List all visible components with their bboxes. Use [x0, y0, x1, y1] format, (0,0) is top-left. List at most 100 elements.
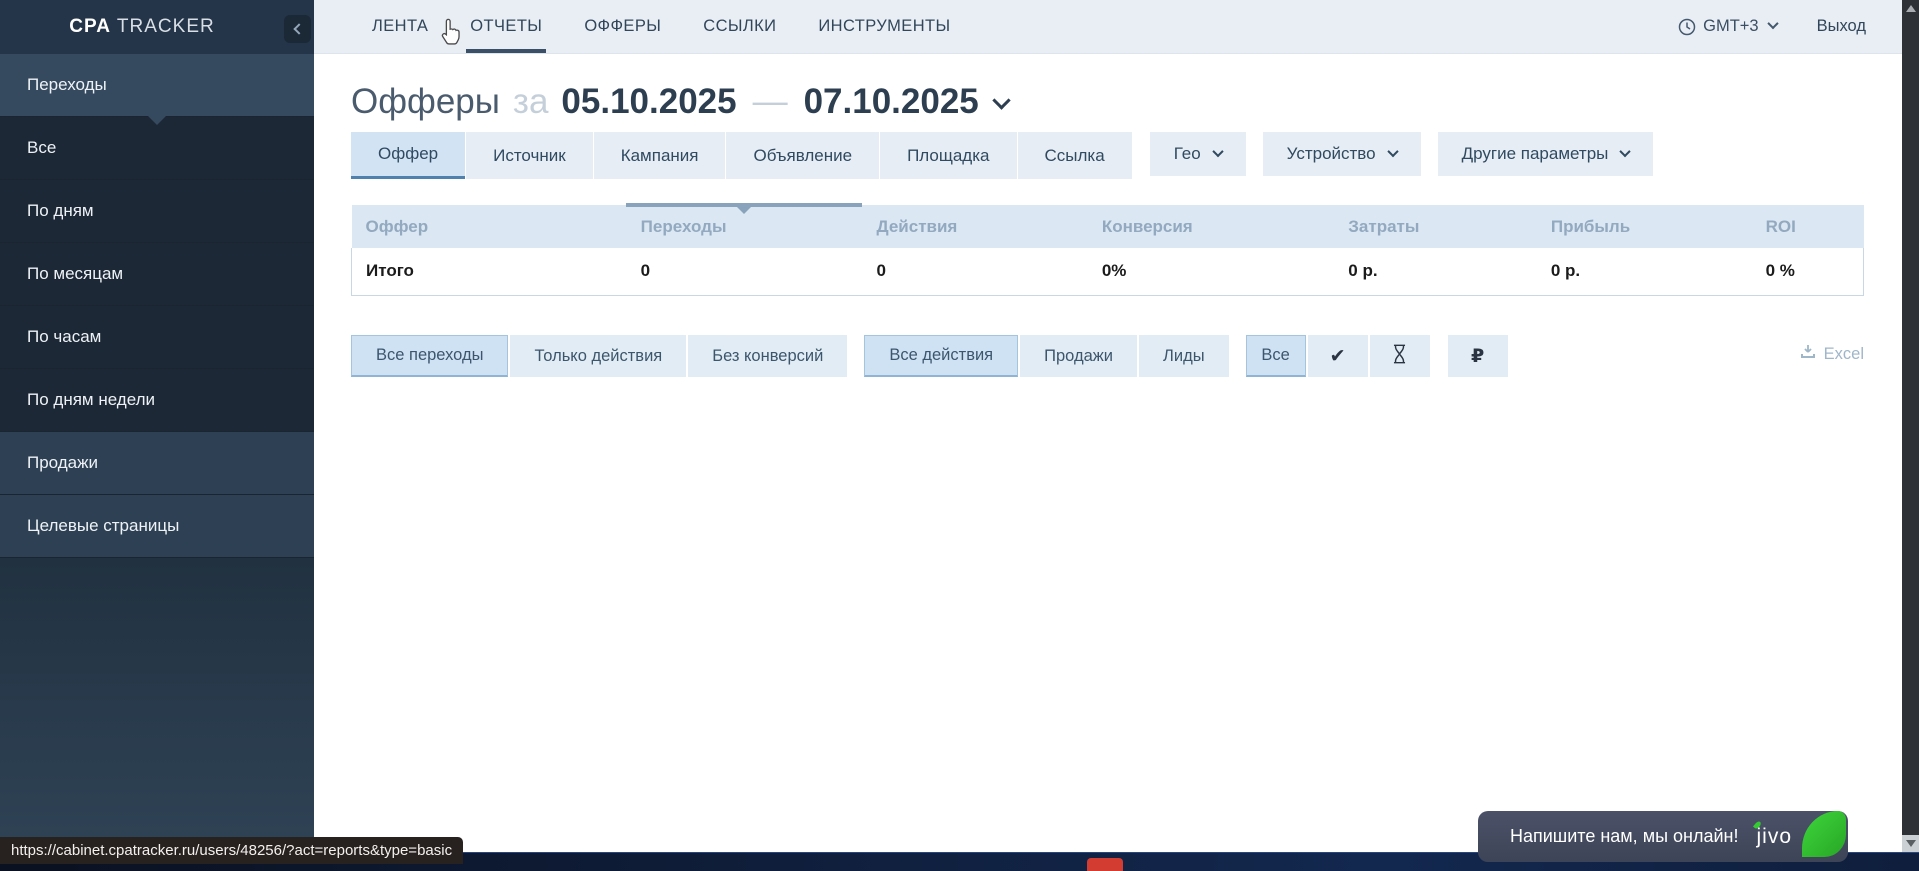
filter-group-status: Все ✔ [1246, 335, 1432, 377]
chevron-down-icon [1620, 145, 1631, 156]
report-table-wrap: Оффер Переходы Действия Конверсия Затрат… [351, 205, 1864, 296]
total-roi: 0 % [1752, 248, 1864, 295]
filters-row: Все переходы Только действия Без конверс… [351, 335, 1864, 377]
total-pribyl: 0 р. [1537, 248, 1752, 295]
dropdown-label: Устройство [1287, 144, 1376, 164]
tab-ploshchadka[interactable]: Площадка [880, 132, 1016, 179]
sidebar-item-po-mesyacam[interactable]: По месяцам [0, 243, 314, 306]
chevron-down-icon [1387, 145, 1398, 156]
tab-istochnik[interactable]: Источник [466, 132, 593, 179]
scroll-down-button[interactable] [1902, 835, 1919, 852]
sorted-column-indicator [626, 203, 862, 207]
sidebar: CPA TRACKER Переходы Все По дням По меся… [0, 0, 314, 852]
total-zatraty: 0 р. [1334, 248, 1537, 295]
sidebar-item-label: Продажи [27, 453, 98, 473]
total-konversiya: 0% [1088, 248, 1334, 295]
total-perehody: 0 [627, 248, 863, 295]
logout-link[interactable]: Выход [1817, 17, 1866, 36]
column-header-konversiya[interactable]: Конверсия [1088, 205, 1334, 248]
logo-regular: TRACKER [117, 16, 215, 37]
date-from[interactable]: 05.10.2025 [561, 82, 736, 122]
logo-bold: CPA [69, 16, 111, 37]
download-icon [1800, 344, 1816, 365]
column-header-roi[interactable]: ROI [1752, 205, 1864, 248]
clock-icon [1678, 18, 1696, 36]
check-icon: ✔ [1330, 345, 1346, 368]
sidebar-item-label: По дням [27, 201, 94, 221]
scroll-up-icon[interactable] [1906, 5, 1916, 12]
top-navigation: ЛЕНТА ОТЧЕТЫ ОФФЕРЫ ССЫЛКИ ИНСТРУМЕНТЫ G… [314, 0, 1902, 54]
vertical-scrollbar[interactable] [1902, 0, 1919, 852]
sidebar-item-po-chasam[interactable]: По часам [0, 306, 314, 369]
filter-status-pending-button[interactable] [1370, 335, 1430, 377]
column-header-offer[interactable]: Оффер [352, 205, 627, 248]
column-header-zatraty[interactable]: Затраты [1334, 205, 1537, 248]
sidebar-item-prodazhi[interactable]: Продажи [0, 432, 314, 495]
sidebar-collapse-button[interactable] [284, 15, 311, 43]
filter-status-vse[interactable]: Все [1246, 335, 1306, 377]
timezone-label: GMT+3 [1703, 17, 1758, 36]
date-range-chevron-icon[interactable] [992, 91, 1010, 109]
sidebar-item-label: Целевые страницы [27, 516, 179, 536]
jivo-logo: jivo [1756, 825, 1792, 849]
tab-kampaniya[interactable]: Кампания [594, 132, 726, 179]
dropdown-drugie-parametry[interactable]: Другие параметры [1438, 132, 1654, 176]
nav-item-otchety[interactable]: ОТЧЕТЫ [466, 0, 546, 53]
chat-widget[interactable]: Напишите нам, мы онлайн! jivo [1478, 811, 1848, 862]
tab-offer[interactable]: Оффер [351, 132, 465, 179]
export-excel-link[interactable]: Excel [1800, 344, 1864, 365]
sidebar-item-perehody[interactable]: Переходы [0, 54, 314, 117]
column-header-pribyl[interactable]: Прибыль [1537, 205, 1752, 248]
browser-status-url: https://cabinet.cpatracker.ru/users/4825… [0, 837, 463, 864]
nav-right-group: GMT+3 Выход [1678, 0, 1902, 53]
nav-item-offery[interactable]: ОФФЕРЫ [580, 0, 665, 53]
filter-vse-perehody[interactable]: Все переходы [351, 335, 508, 377]
nav-item-instrumenty[interactable]: ИНСТРУМЕНТЫ [814, 0, 954, 53]
total-deystviya: 0 [863, 248, 1088, 295]
chevron-left-icon [293, 23, 304, 34]
nav-item-lenta[interactable]: ЛЕНТА [368, 0, 432, 53]
app-logo: CPA TRACKER [69, 16, 214, 38]
sidebar-item-vse[interactable]: Все [0, 117, 314, 180]
nav-item-ssylki[interactable]: ССЫЛКИ [699, 0, 780, 53]
column-header-deystviya[interactable]: Действия [863, 205, 1088, 248]
sidebar-item-label: Все [27, 138, 56, 158]
dropdown-label: Другие параметры [1462, 144, 1609, 164]
filter-lidy[interactable]: Лиды [1139, 335, 1229, 377]
report-table: Оффер Переходы Действия Конверсия Затрат… [351, 205, 1864, 296]
sidebar-header: CPA TRACKER [0, 0, 314, 54]
chevron-down-icon [1212, 145, 1223, 156]
chevron-down-icon [1767, 18, 1778, 29]
filter-payout-button[interactable]: ₽ [1448, 335, 1508, 377]
table-header-row: Оффер Переходы Действия Конверсия Затрат… [352, 205, 1864, 248]
report-entity: Офферы [351, 82, 500, 122]
filter-bez-konversiy[interactable]: Без конверсий [688, 335, 847, 377]
ruble-icon: ₽ [1471, 345, 1484, 367]
table-row-total: Итого 0 0 0% 0 р. 0 р. 0 % [352, 248, 1864, 295]
report-title: Офферы за 05.10.2025 — 07.10.2025 [351, 82, 1008, 122]
tab-ssylka[interactable]: Ссылка [1018, 132, 1132, 179]
taskbar-red-icon[interactable] [1087, 858, 1123, 871]
export-label: Excel [1824, 345, 1864, 364]
tab-obyavlenie[interactable]: Объявление [726, 132, 879, 179]
filter-status-approved-button[interactable]: ✔ [1308, 335, 1368, 377]
dropdown-label: Гео [1174, 144, 1201, 164]
sidebar-item-label: По часам [27, 327, 101, 347]
chat-message: Напишите нам, мы онлайн! [1478, 826, 1738, 847]
scroll-down-icon [1906, 840, 1916, 847]
sidebar-item-po-dnyam-nedeli[interactable]: По дням недели [0, 369, 314, 432]
date-to[interactable]: 07.10.2025 [804, 82, 979, 122]
dimension-tabs: Оффер Источник Кампания Объявление Площа… [351, 132, 1653, 179]
date-dash: — [753, 82, 788, 122]
hourglass-icon [1390, 343, 1409, 370]
filter-tolko-deystviya[interactable]: Только действия [510, 335, 686, 377]
dropdown-geo[interactable]: Гео [1150, 132, 1246, 176]
sidebar-item-po-dnyam[interactable]: По дням [0, 180, 314, 243]
dropdown-ustroystvo[interactable]: Устройство [1263, 132, 1421, 176]
report-preposition: за [513, 82, 549, 122]
timezone-selector[interactable]: GMT+3 [1678, 17, 1776, 36]
sidebar-item-celevye-stranicy[interactable]: Целевые страницы [0, 495, 314, 558]
filter-prodazhi[interactable]: Продажи [1020, 335, 1137, 377]
sidebar-item-label: По месяцам [27, 264, 123, 284]
filter-vse-deystviya[interactable]: Все действия [864, 335, 1018, 377]
